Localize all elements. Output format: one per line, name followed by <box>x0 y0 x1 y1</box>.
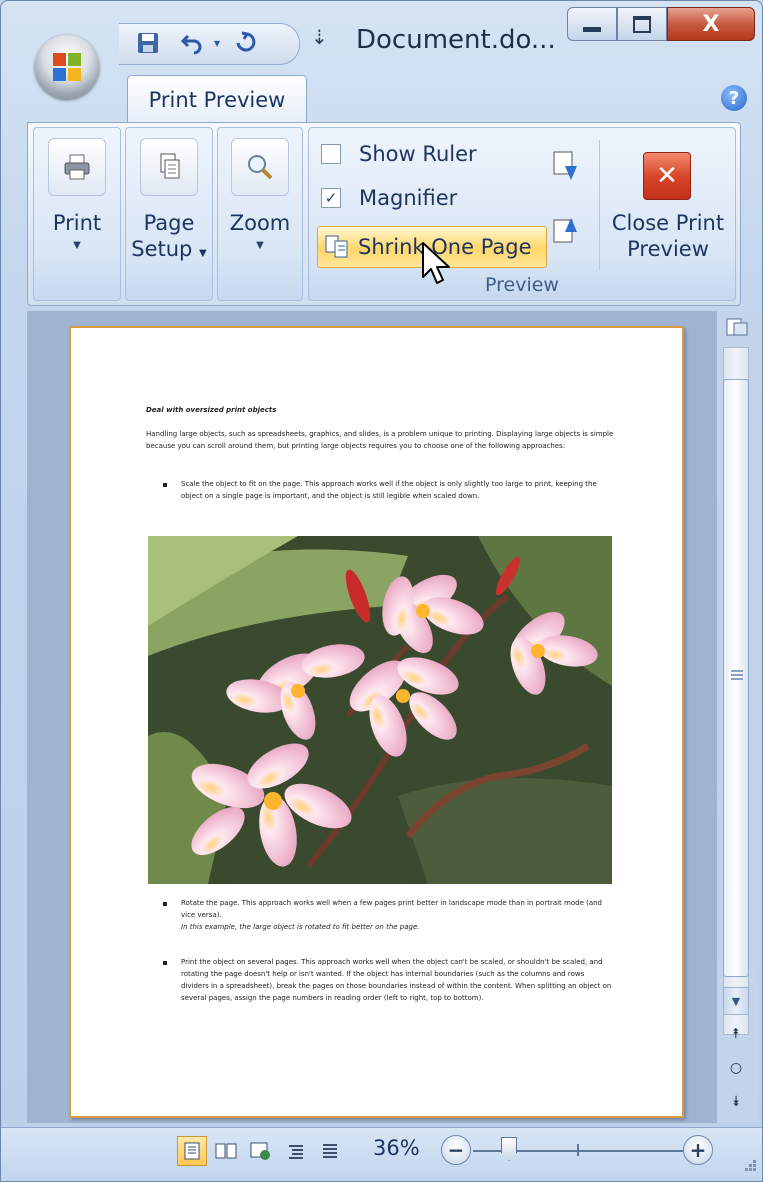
view-ruler-icon[interactable] <box>725 315 749 339</box>
outline-view-icon[interactable] <box>281 1136 311 1166</box>
vertical-scrollbar[interactable]: ▲ ▼ ⯭ ○ ⯯ <box>719 311 759 1123</box>
previous-page-icon[interactable] <box>551 212 581 246</box>
maximize-icon <box>633 15 651 33</box>
bullet-dot <box>163 961 167 965</box>
zoom-dropdown-icon: ▼ <box>256 240 264 251</box>
doc-bullet-3: Print the object on several pages. This … <box>181 958 612 1002</box>
minimize-button[interactable] <box>567 7 617 41</box>
close-window-button[interactable]: X <box>667 7 755 41</box>
bullet-dot <box>163 902 167 906</box>
zoom-out-button[interactable]: − <box>441 1135 471 1165</box>
print-label: Print <box>52 211 102 235</box>
customize-qat-icon[interactable]: ⇣ <box>311 25 328 49</box>
close-print-preview-button[interactable]: ✕ Close Print Preview <box>605 128 731 268</box>
show-ruler-label: Show Ruler <box>359 142 477 166</box>
print-button[interactable]: Print ▼ <box>33 127 121 301</box>
doc-bullet-2-note: In this example, the large object is rot… <box>181 923 420 931</box>
doc-bullet-2: Rotate the page. This approach works wel… <box>181 899 603 919</box>
doc-bullet-1: Scale the object to fit on the page. Thi… <box>181 480 597 500</box>
magnifier-checkbox[interactable]: ✓ Magnifier <box>321 186 457 210</box>
print-dropdown-icon: ▼ <box>73 240 81 251</box>
preview-group: Show Ruler ✓ Magnifier Shrink One Page ✕… <box>308 127 736 301</box>
next-page-nav-icon[interactable]: ⯯ <box>723 1089 749 1115</box>
group-divider <box>599 140 600 270</box>
next-page-icon[interactable] <box>551 150 581 184</box>
preview-area: Deal with oversized print objects Handli… <box>27 311 717 1123</box>
close-preview-label-line1: Close Print <box>611 211 725 235</box>
flower-photo <box>148 536 612 884</box>
tab-print-preview[interactable]: Print Preview <box>127 75 307 123</box>
shrink-one-page-icon <box>325 235 348 258</box>
previous-page-nav-icon[interactable]: ⯭ <box>723 1021 749 1047</box>
document-page: Deal with oversized print objects Handli… <box>69 326 684 1118</box>
minimize-icon <box>583 26 601 32</box>
zoom-in-button[interactable]: + <box>683 1135 713 1165</box>
office-button[interactable] <box>35 35 99 99</box>
status-bar: 36% − + <box>1 1127 762 1181</box>
doc-intro: Handling large objects, such as spreadsh… <box>146 430 614 450</box>
save-icon[interactable] <box>133 29 163 57</box>
print-layout-view-icon[interactable] <box>177 1136 207 1166</box>
magnifier-label: Magnifier <box>359 186 458 210</box>
magnifier-box[interactable]: ✓ <box>321 188 341 208</box>
scroll-down-arrow[interactable]: ▼ <box>723 987 749 1015</box>
show-ruler-box[interactable] <box>321 144 341 164</box>
draft-view-icon[interactable] <box>315 1136 345 1166</box>
doc-heading: Deal with oversized print objects <box>146 406 277 414</box>
select-browse-object-icon[interactable]: ○ <box>723 1055 749 1081</box>
resize-grip-icon[interactable] <box>739 1158 757 1176</box>
title-bar: ▾ ⇣ Document.do... X <box>1 1 762 71</box>
full-screen-reading-view-icon[interactable] <box>211 1136 241 1166</box>
bullet-dot <box>163 483 167 487</box>
scroll-thumb[interactable] <box>723 379 749 977</box>
web-layout-view-icon[interactable] <box>245 1136 275 1166</box>
page-setup-button[interactable]: Page Setup ▼ <box>125 127 213 301</box>
zoom-slider-center-tick <box>577 1144 579 1156</box>
quick-access-toolbar: ▾ <box>119 23 300 65</box>
close-preview-icon: ✕ <box>643 152 691 200</box>
word-window: ▾ ⇣ Document.do... X Print Preview ? Pri… <box>0 0 763 1182</box>
mouse-cursor-icon <box>422 242 450 284</box>
printer-icon <box>48 138 106 196</box>
page-setup-label-line2-wrap: Setup ▼ <box>126 236 212 267</box>
ribbon: Print ▼ Page Setup ▼ Zoom ▼ Show Ruler ✓ <box>27 122 741 306</box>
zoom-percentage[interactable]: 36% <box>373 1136 420 1160</box>
undo-icon[interactable] <box>177 29 207 57</box>
undo-dropdown-icon[interactable]: ▾ <box>209 29 225 57</box>
show-ruler-checkbox[interactable]: Show Ruler <box>321 142 477 166</box>
scroll-grip-icon <box>731 670 743 680</box>
redo-icon[interactable] <box>231 29 261 57</box>
close-icon: X <box>702 11 720 37</box>
page-setup-label-line2: Setup <box>131 237 193 261</box>
office-logo-icon <box>53 53 81 81</box>
page-setup-label-line1: Page <box>143 211 195 235</box>
help-icon[interactable]: ? <box>721 85 747 111</box>
page-setup-dropdown-icon: ▼ <box>199 248 207 259</box>
zoom-label: Zoom <box>229 211 291 235</box>
zoom-button[interactable]: Zoom ▼ <box>217 127 303 301</box>
maximize-button[interactable] <box>617 7 667 41</box>
page-setup-icon <box>140 138 198 196</box>
zoom-slider-thumb[interactable] <box>501 1137 517 1161</box>
zoom-icon <box>231 138 289 196</box>
preview-group-label: Preview <box>485 274 559 296</box>
close-preview-label-line2: Preview <box>627 237 709 261</box>
window-title: Document.do... <box>356 25 556 55</box>
